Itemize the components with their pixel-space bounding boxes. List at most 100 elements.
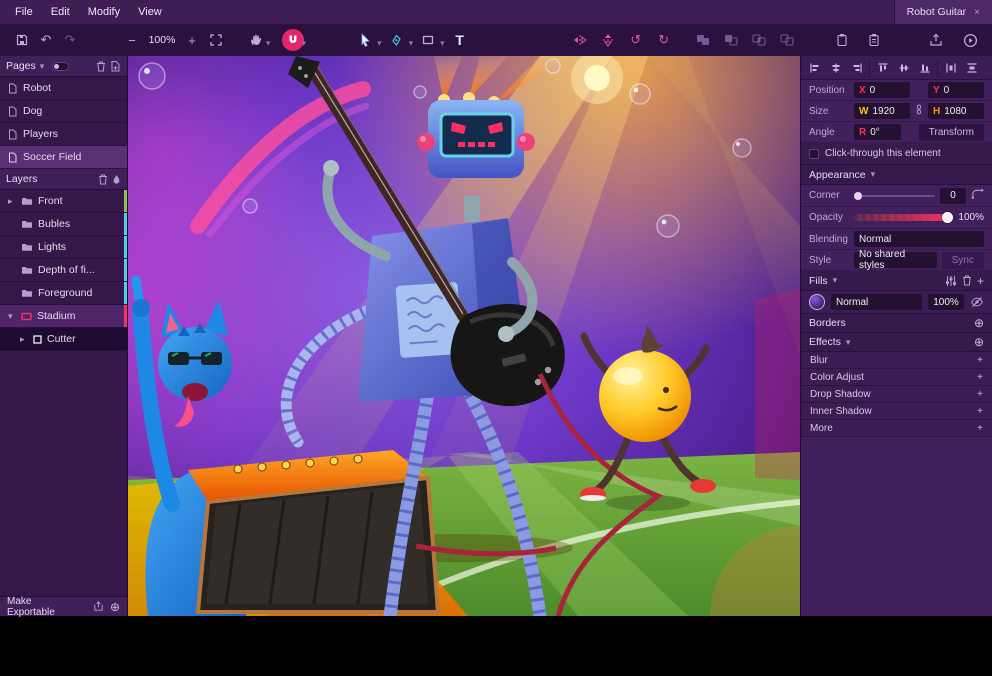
add-inner-shadow-button[interactable]: + (977, 406, 983, 417)
zoom-level[interactable]: 100% (144, 34, 180, 46)
expand-arrow-icon[interactable]: ▸ (8, 197, 16, 206)
clickthrough-row[interactable]: Click-through this element (801, 143, 992, 165)
fill-visibility-button[interactable] (970, 296, 984, 308)
effect-item-drop-shadow[interactable]: Drop Shadow + (801, 386, 992, 403)
angle-field[interactable]: R 0° (854, 124, 901, 140)
borders-header[interactable]: Borders ⊕ (801, 314, 992, 333)
corner-slider-knob[interactable] (854, 192, 862, 200)
tab-close-icon[interactable]: × (974, 7, 980, 18)
align-center-h-button[interactable] (825, 58, 846, 78)
delete-fill-button[interactable] (962, 275, 972, 286)
layer-item-foreground[interactable]: Foreground (0, 282, 127, 305)
layer-item-cutter[interactable]: ▸ Cutter (0, 328, 127, 351)
pointer-tool-caret-icon[interactable]: ▾ (377, 39, 382, 48)
add-fill-button[interactable]: + (977, 275, 984, 287)
boolean-subtract-button[interactable] (720, 28, 744, 52)
effect-item-color-adjust[interactable]: Color Adjust + (801, 369, 992, 386)
add-effect-button[interactable]: ⊕ (974, 336, 984, 348)
align-middle-button[interactable] (893, 58, 914, 78)
collapse-arrow-icon[interactable]: ▾ (8, 312, 16, 321)
preview-play-button[interactable] (958, 28, 982, 52)
add-border-button[interactable]: ⊕ (974, 317, 984, 329)
sync-style-button[interactable]: Sync (942, 252, 984, 269)
pages-header[interactable]: Pages ▾ (0, 56, 127, 77)
effects-header[interactable]: Effects ▾ ⊕ (801, 333, 992, 352)
align-bottom-button[interactable] (914, 58, 935, 78)
text-tool-button[interactable]: T (448, 28, 472, 52)
align-right-button[interactable] (846, 58, 867, 78)
menu-modify[interactable]: Modify (79, 0, 129, 24)
pages-toggle[interactable] (52, 62, 69, 71)
pages-caret-icon[interactable]: ▾ (40, 62, 45, 71)
save-button[interactable] (10, 28, 34, 52)
appearance-header[interactable]: Appearance ▾ (801, 165, 992, 185)
size-w-field[interactable]: W 1920 (854, 103, 910, 119)
add-blur-button[interactable]: + (977, 355, 983, 366)
fill-opacity-field[interactable]: 100% (928, 294, 964, 310)
fills-caret-icon[interactable]: ▾ (833, 276, 838, 285)
opacity-slider-knob[interactable] (942, 212, 953, 223)
boolean-difference-button[interactable] (776, 28, 800, 52)
page-item-soccer-field[interactable]: Soccer Field (0, 146, 127, 169)
rotate-cw-button[interactable]: ↻ (652, 28, 676, 52)
blending-select[interactable]: Normal (854, 231, 984, 247)
effects-caret-icon[interactable]: ▾ (846, 338, 851, 347)
hand-tool-button[interactable] (244, 28, 268, 52)
flip-horizontal-button[interactable] (568, 28, 592, 52)
canvas-viewport[interactable] (128, 56, 800, 616)
add-drop-shadow-button[interactable]: + (977, 389, 983, 400)
distribute-v-button[interactable] (961, 58, 982, 78)
corner-options-button[interactable] (971, 188, 984, 203)
boolean-union-button[interactable] (692, 28, 716, 52)
fill-color-swatch[interactable] (809, 294, 825, 310)
delete-layer-button[interactable] (98, 174, 108, 185)
undo-button[interactable]: ↶ (34, 28, 58, 52)
effect-item-inner-shadow[interactable]: Inner Shadow + (801, 403, 992, 420)
flip-vertical-button[interactable] (596, 28, 620, 52)
pointer-tool-button[interactable] (353, 28, 377, 52)
export-slice-icon[interactable] (93, 601, 104, 612)
corner-value-field[interactable]: 0 (940, 188, 966, 204)
corner-slider[interactable] (854, 195, 935, 197)
zoom-out-button[interactable]: − (120, 28, 144, 52)
zoom-in-button[interactable]: + (180, 28, 204, 52)
make-exportable-bar[interactable]: Make Exportable ⊕ (0, 596, 127, 616)
redo-button[interactable]: ↷ (58, 28, 82, 52)
layer-item-front[interactable]: ▸ Front (0, 190, 127, 213)
add-export-icon[interactable]: ⊕ (110, 601, 120, 613)
document-tab[interactable]: Robot Guitar × (894, 0, 992, 24)
shape-tool-caret-icon[interactable]: ▾ (440, 39, 445, 48)
shape-tool-button[interactable] (416, 28, 440, 52)
pen-tool-caret-icon[interactable]: ▾ (409, 39, 414, 48)
fill-item-row[interactable]: Normal 100% (801, 291, 992, 314)
layers-header[interactable]: Layers (0, 169, 127, 190)
menu-view[interactable]: View (129, 0, 171, 24)
align-top-button[interactable] (872, 58, 893, 78)
link-dimensions-button[interactable] (915, 103, 923, 119)
layer-color-button[interactable] (112, 174, 121, 185)
fills-header[interactable]: Fills ▾ + (801, 271, 992, 291)
page-item-dog[interactable]: Dog (0, 100, 127, 123)
layer-item-stadium[interactable]: ▾ Stadium (0, 305, 127, 328)
page-item-players[interactable]: Players (0, 123, 127, 146)
menu-edit[interactable]: Edit (42, 0, 79, 24)
appearance-caret-icon[interactable]: ▾ (871, 170, 876, 179)
transform-button[interactable]: Transform (919, 124, 984, 141)
add-more-effect-button[interactable]: + (977, 423, 983, 434)
hand-tool-caret-icon[interactable]: ▾ (266, 39, 271, 48)
effect-item-more[interactable]: More + (801, 420, 992, 437)
snap-tool-button[interactable] (282, 29, 304, 51)
align-left-button[interactable] (804, 58, 825, 78)
page-item-robot[interactable]: Robot (0, 77, 127, 100)
position-x-field[interactable]: X 0 (854, 82, 910, 98)
layer-item-lights[interactable]: Lights (0, 236, 127, 259)
fill-blend-select[interactable]: Normal (831, 294, 922, 310)
export-button[interactable] (924, 28, 948, 52)
layer-item-depth-of-field[interactable]: Depth of fi... (0, 259, 127, 282)
boolean-intersect-button[interactable] (748, 28, 772, 52)
delete-page-button[interactable] (96, 61, 106, 72)
rotate-ccw-button[interactable]: ↺ (624, 28, 648, 52)
distribute-h-button[interactable] (940, 58, 961, 78)
pen-tool-button[interactable] (385, 28, 409, 52)
snap-tool-caret-icon[interactable]: ▾ (302, 39, 307, 48)
